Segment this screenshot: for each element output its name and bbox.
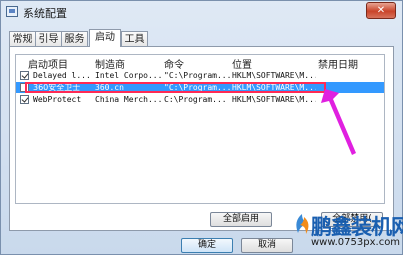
watermark-logo-icon (296, 214, 309, 234)
cell-location: HKLM\SOFTWARE\M... (232, 71, 316, 80)
cancel-button[interactable]: 取消 (241, 238, 293, 253)
cell-command: C:\Program... (164, 95, 227, 104)
tab-general[interactable]: 常规 (9, 31, 36, 46)
watermark: 鹏鑫装机网 www.0753px.com (293, 205, 403, 256)
tab-startup[interactable]: 启动 (89, 29, 121, 47)
tab-boot[interactable]: 引导 (35, 31, 62, 46)
cell-location: HKLM\SOFTWARE\M... (232, 95, 316, 104)
column-header-command[interactable]: 命令 (164, 56, 184, 71)
app-icon (6, 6, 18, 17)
tab-tools[interactable]: 工具 (121, 31, 148, 46)
cell-maker: Intel Corpo... (95, 71, 161, 80)
column-header-location[interactable]: 位置 (232, 56, 252, 71)
cell-command: "C:\Program... (164, 71, 230, 80)
list-header: 启动项目 制造商 命令 位置 禁用日期 (16, 55, 384, 71)
close-button[interactable]: ✕ (366, 2, 396, 19)
system-config-window: 系统配置 ✕ 常规 引导 服务 启动 工具 启动项目 制造商 命令 位置 禁用日… (0, 0, 403, 255)
column-header-disabled-date[interactable]: 禁用日期 (318, 56, 358, 71)
annotation-arrow-icon (321, 89, 356, 155)
list-row[interactable]: Delayed l... Intel Corpo... "C:\Program.… (16, 70, 384, 81)
cell-maker: China Merch... (95, 95, 161, 104)
column-header-maker[interactable]: 制造商 (95, 56, 125, 71)
window-title: 系统配置 (23, 7, 67, 20)
cell-item: Delayed l... (33, 71, 91, 80)
row-checkbox[interactable] (20, 95, 29, 104)
annotation-highlight-box (25, 82, 326, 93)
cell-item: WebProtect (33, 95, 82, 104)
enable-all-button[interactable]: 全部启用 (210, 212, 272, 227)
row-checkbox[interactable] (20, 71, 29, 80)
tab-services[interactable]: 服务 (61, 31, 88, 46)
title-bar: 系统配置 ✕ (1, 1, 402, 23)
column-header-item[interactable]: 启动项目 (28, 56, 68, 71)
ok-button[interactable]: 确定 (181, 238, 233, 253)
watermark-url: www.0753px.com (311, 237, 401, 248)
